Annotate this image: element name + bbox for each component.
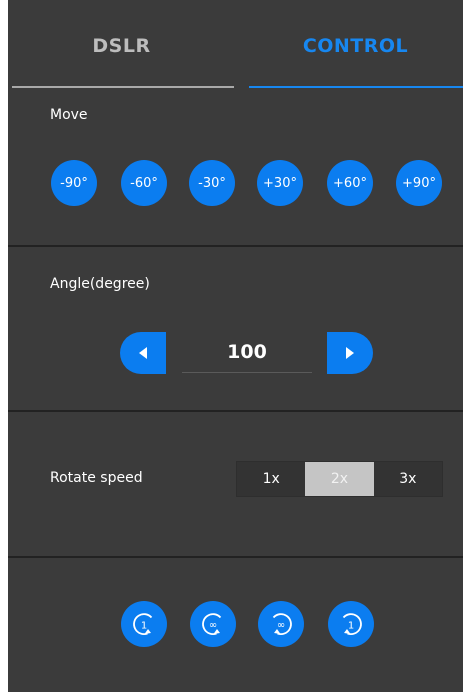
rotate-speed-selector: 1x 2x 3x xyxy=(236,461,443,497)
rotate-speed-label: Rotate speed xyxy=(50,470,143,486)
divider xyxy=(8,556,463,558)
move-minus-30-button[interactable]: -30° xyxy=(189,160,235,206)
tab-control-active-indicator xyxy=(249,86,463,88)
control-panel: DSLR CONTROL Move -90° -60° -30° +30° +6… xyxy=(8,0,463,692)
rotate-ccw-once-icon: 1 xyxy=(129,609,159,639)
divider xyxy=(8,245,463,247)
tab-control[interactable]: CONTROL xyxy=(248,0,463,92)
rotate-cw-infinite-icon: ∞ xyxy=(266,609,296,639)
angle-value-field[interactable]: 100 xyxy=(182,332,312,373)
divider xyxy=(8,410,463,412)
angle-increase-button[interactable] xyxy=(327,332,373,374)
move-minus-60-button[interactable]: -60° xyxy=(121,160,167,206)
tab-dslr[interactable]: DSLR xyxy=(8,0,235,92)
move-minus-90-button[interactable]: -90° xyxy=(51,160,97,206)
rotate-count-label: ∞ xyxy=(277,620,285,631)
rotate-cw-infinite-button[interactable]: ∞ xyxy=(258,601,304,647)
move-plus-90-button[interactable]: +90° xyxy=(396,160,442,206)
rotate-cw-once-icon: 1 xyxy=(336,609,366,639)
rotate-ccw-infinite-button[interactable]: ∞ xyxy=(190,601,236,647)
rotate-ccw-infinite-icon: ∞ xyxy=(198,609,228,639)
move-plus-30-button[interactable]: +30° xyxy=(257,160,303,206)
tab-dslr-underline xyxy=(12,86,234,88)
triangle-right-icon xyxy=(345,344,355,363)
rotate-ccw-once-button[interactable]: 1 xyxy=(121,601,167,647)
angle-label: Angle(degree) xyxy=(50,276,150,292)
rotate-count-label: 1 xyxy=(141,621,147,632)
tab-bar: DSLR CONTROL xyxy=(8,0,463,92)
rotate-count-label: ∞ xyxy=(209,620,217,631)
speed-option-3x[interactable]: 3x xyxy=(373,462,442,496)
move-label: Move xyxy=(50,107,88,123)
speed-option-2x[interactable]: 2x xyxy=(305,462,374,496)
move-plus-60-button[interactable]: +60° xyxy=(327,160,373,206)
triangle-left-icon xyxy=(138,344,148,363)
angle-decrease-button[interactable] xyxy=(120,332,166,374)
speed-option-1x[interactable]: 1x xyxy=(237,462,306,496)
rotate-count-label: 1 xyxy=(348,621,354,632)
rotate-cw-once-button[interactable]: 1 xyxy=(328,601,374,647)
